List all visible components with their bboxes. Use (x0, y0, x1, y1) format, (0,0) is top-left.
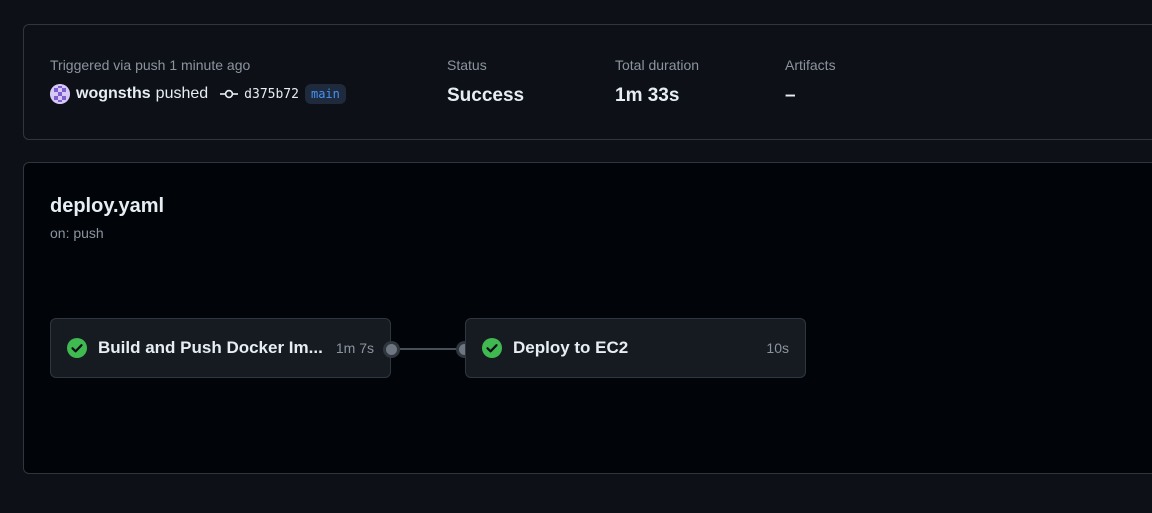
job-card-deploy[interactable]: Deploy to EC2 10s (465, 318, 806, 378)
status-column: Status Success (447, 56, 524, 107)
check-circle-icon (482, 338, 502, 358)
job-dependency-line (400, 348, 461, 350)
artifacts-label: Artifacts (785, 57, 836, 73)
status-label: Status (447, 57, 487, 73)
status-value: Success (447, 85, 525, 106)
artifacts-column: Artifacts – (785, 56, 836, 107)
job-card-build[interactable]: Build and Push Docker Im... 1m 7s (50, 318, 391, 378)
duration-value: 1m 33s (615, 85, 680, 106)
commit-sha-link[interactable]: d375b72 (244, 87, 299, 102)
workflow-file-title: deploy.yaml (50, 195, 165, 217)
trigger-label: Triggered via push 1 minute ago (50, 57, 251, 73)
workflow-trigger: on: push (50, 225, 104, 241)
check-circle-icon (67, 338, 87, 358)
trigger-info: Triggered via push 1 minute ago wognsths… (50, 56, 346, 105)
run-summary-card: Triggered via push 1 minute ago wognsths… (23, 24, 1152, 140)
job-name: Build and Push Docker Im... (98, 338, 323, 357)
duration-label: Total duration (615, 57, 700, 73)
artifacts-value: – (785, 85, 796, 106)
duration-column: Total duration 1m 33s (615, 56, 699, 107)
job-name: Deploy to EC2 (513, 338, 629, 357)
actor-username-link[interactable]: wognsths (76, 85, 151, 103)
trigger-row: wognsths pushed d375b72 main (50, 83, 346, 105)
action-text: pushed (155, 85, 209, 102)
git-commit-icon (220, 88, 239, 100)
job-output-node (383, 341, 400, 358)
user-avatar[interactable] (50, 84, 70, 104)
branch-badge[interactable]: main (304, 84, 346, 104)
job-duration: 1m 7s (335, 340, 374, 356)
job-duration: 10s (766, 340, 789, 356)
workflow-graph-card: deploy.yaml on: push Build and Push Dock… (23, 162, 1152, 474)
